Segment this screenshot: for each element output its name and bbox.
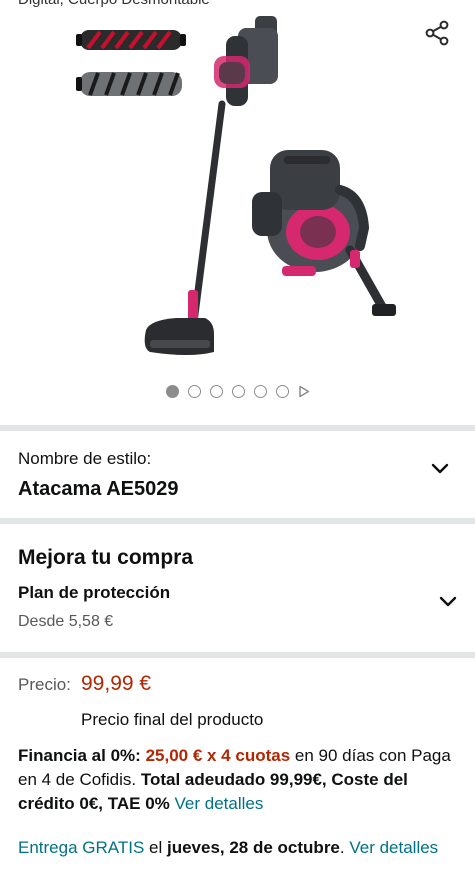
price-section: Precio: 99,99 € Precio final del product… (0, 658, 475, 889)
handheld-vacuum-image (252, 150, 396, 316)
style-selector[interactable]: Nombre de estilo: Atacama AE5029 (0, 432, 475, 518)
protection-plan-dropdown-toggle[interactable] (437, 591, 459, 613)
price-value: 99,99 € (81, 672, 152, 695)
pagination-dot-active[interactable] (165, 385, 179, 398)
product-image[interactable] (0, 0, 475, 380)
final-price-note: Precio final del producto (81, 710, 264, 729)
section-divider (0, 425, 475, 431)
pagination-dot[interactable] (275, 385, 289, 398)
pagination-dot[interactable] (209, 385, 223, 398)
delivery-info: Entrega GRATIS el jueves, 28 de octubre.… (18, 836, 458, 860)
protection-plan-title: Plan de protección (18, 583, 171, 602)
brush-roll-grey-image (76, 72, 182, 96)
protection-plan-section[interactable]: Mejora tu compra Plan de protección Desd… (0, 524, 475, 652)
delivery-text-end: . (339, 838, 350, 857)
share-icon (425, 20, 449, 46)
financing-info: Financia al 0%: 25,00 € x 4 cuotas en 90… (18, 744, 458, 816)
financing-lead: Financia al 0%: (18, 746, 141, 765)
play-next-icon (298, 385, 309, 398)
delivery-text: el (144, 838, 167, 857)
chevron-down-icon (431, 463, 449, 474)
share-button[interactable] (420, 16, 454, 50)
financing-details-link[interactable]: Ver detalles (175, 794, 264, 813)
chevron-down-icon (439, 596, 457, 607)
pagination-dot[interactable] (253, 385, 267, 398)
pagination-dot[interactable] (187, 385, 201, 398)
video-play-button[interactable] (298, 385, 310, 398)
product-image-gallery[interactable] (0, 0, 475, 425)
financing-installments: 25,00 € x 4 cuotas (145, 746, 291, 765)
free-delivery-link[interactable]: Entrega GRATIS (18, 838, 144, 857)
protection-plan-price: Desde 5,58 € (18, 613, 114, 630)
stick-vacuum-image (144, 16, 278, 355)
style-label: Nombre de estilo: (18, 449, 152, 468)
style-dropdown-toggle[interactable] (429, 458, 451, 480)
upgrade-heading: Mejora tu compra (18, 546, 194, 569)
delivery-details-link[interactable]: Ver detalles (349, 838, 438, 857)
brush-roll-red-image (76, 30, 186, 50)
style-value: Atacama AE5029 (18, 478, 179, 500)
image-pagination[interactable] (0, 385, 475, 398)
delivery-date: jueves, 28 de octubre (166, 838, 340, 857)
pagination-dot[interactable] (231, 385, 245, 398)
price-label: Precio: (18, 675, 71, 694)
